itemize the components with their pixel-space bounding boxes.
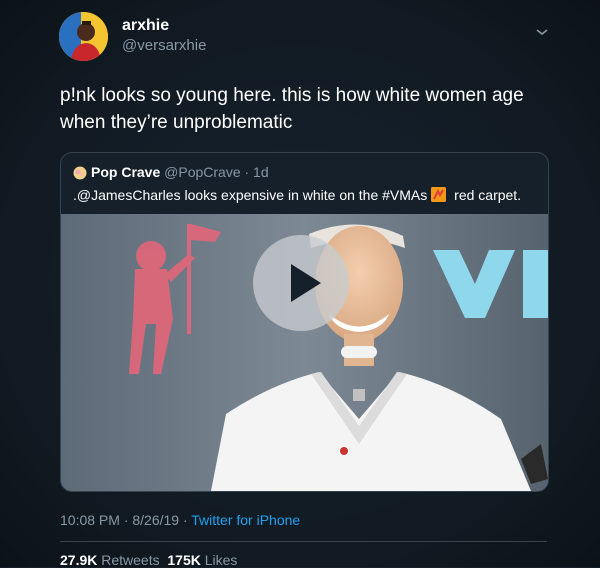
divider [60, 541, 547, 542]
quoted-tweet-card[interactable]: Pop Crave @PopCrave · 1d .@JamesCharles … [60, 152, 549, 492]
chevron-down-icon[interactable] [535, 24, 549, 36]
quoted-text-end: red carpet. [450, 187, 522, 203]
likes-stat[interactable]: 175K Likes [164, 552, 238, 568]
tweet-source-link[interactable]: Twitter for iPhone [191, 512, 300, 528]
retweets-count: 27.9K [60, 552, 98, 568]
avatar[interactable] [59, 12, 108, 61]
quoted-display-name[interactable]: Pop Crave [91, 164, 160, 180]
tweet-timestamp[interactable]: 10:08 PM · 8/26/19 · [60, 512, 191, 528]
quoted-tweet-text: .@JamesCharles looks expensive in white … [73, 187, 521, 203]
user-handle[interactable]: @versarxhie [122, 37, 206, 54]
vma-emoji-icon [431, 187, 447, 202]
quoted-tweet-header: Pop Crave @PopCrave · 1d [73, 164, 269, 180]
quoted-text-start: .@JamesCharles looks expensive in white … [73, 187, 428, 203]
quoted-handle: @PopCrave · 1d [164, 164, 269, 180]
likes-label: Likes [204, 552, 238, 568]
retweets-label: Retweets [101, 552, 160, 568]
retweets-stat[interactable]: 27.9K Retweets [60, 552, 160, 568]
video-thumbnail[interactable] [61, 214, 548, 491]
tweet-stats: 27.9K Retweets 175K Likes [60, 552, 237, 568]
display-name[interactable]: arxhie [122, 17, 169, 35]
tweet-detail-view: arxhie @versarxhie p!nk looks so young h… [0, 0, 600, 568]
play-icon[interactable] [253, 235, 349, 331]
tweet-meta: 10:08 PM · 8/26/19 · Twitter for iPhone [60, 512, 300, 528]
likes-count: 175K [167, 552, 201, 568]
quoted-avatar-icon [73, 166, 87, 180]
tweet-text: p!nk looks so young here. this is how wh… [60, 85, 524, 133]
